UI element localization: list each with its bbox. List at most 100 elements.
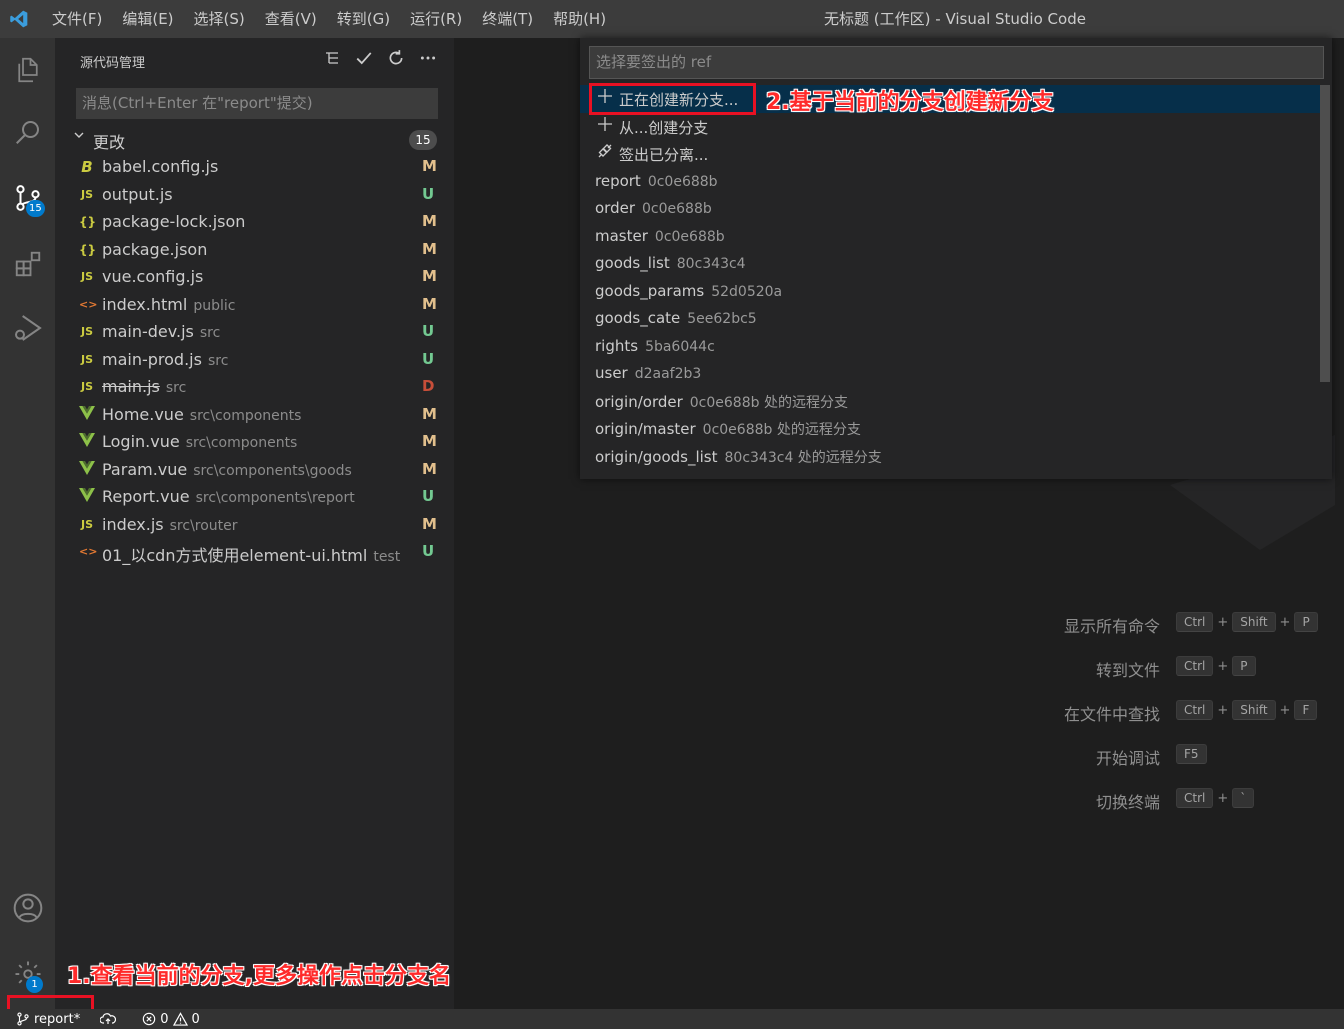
file-path: test (373, 549, 401, 565)
error-icon (142, 1012, 156, 1026)
annotation-note-1: 1.查看当前的分支,更多操作点击分支名 (67, 964, 452, 989)
changes-group-header[interactable]: 更改 15 (55, 127, 454, 153)
changed-file-row[interactable]: Bbabel.config.js M (55, 154, 454, 182)
changed-file-row[interactable]: JS output.js U (55, 182, 454, 210)
menu-item[interactable]: 帮助(H) (543, 0, 616, 38)
shortcut-label: 开始调试 (1095, 749, 1160, 768)
changed-file-row[interactable]: <> index.html public M (55, 292, 454, 320)
ref-name: goods_params (595, 281, 705, 300)
problems-status-item[interactable]: 0 0 (136, 1009, 206, 1029)
ref-item[interactable]: 签出已分离... (580, 140, 1320, 168)
changed-file-row[interactable]: {} package-lock.json M (55, 209, 454, 237)
menu-item[interactable]: 查看(V) (255, 0, 327, 38)
file-name: output.js (102, 185, 173, 204)
settings-gear-icon[interactable]: 1 (0, 946, 55, 1001)
menu-item[interactable]: 选择(S) (184, 0, 255, 38)
menu-item[interactable]: 终端(T) (472, 0, 543, 38)
html-icon: <> (79, 297, 98, 311)
accounts-icon[interactable] (0, 880, 55, 935)
file-status: M (422, 459, 437, 478)
file-status: M (422, 267, 437, 285)
shortcut-row[interactable]: 切换终端 Ctrl + ` (454, 788, 1344, 814)
file-status: U (422, 322, 435, 340)
annotation-note-2: 2.基于当前的分支创建新分支 (766, 90, 1054, 115)
ref-item[interactable]: report 0c0e688b (580, 168, 1320, 196)
js-icon: JS (80, 187, 93, 201)
file-status: M (422, 404, 437, 423)
changed-file-row[interactable]: JS vue.config.js M (55, 264, 454, 292)
vue-icon (79, 460, 95, 479)
shortcut-label: 显示所有命令 (1063, 617, 1160, 636)
changed-file-row[interactable]: Param.vue src\components\goods M (55, 457, 454, 485)
menu-item[interactable]: 转到(G) (327, 0, 400, 38)
ref-label: 签出已分离... (619, 144, 708, 165)
ref-description: 5ee62bc5 (687, 311, 757, 327)
commit-check-icon[interactable] (354, 48, 374, 68)
menu-item[interactable]: 运行(R) (400, 0, 472, 38)
changed-file-row[interactable]: <> 01_以cdn方式使用element-ui.html test U (55, 539, 454, 567)
window-title: 无标题 (工作区) - Visual Studio Code (824, 10, 1086, 28)
ref-item[interactable]: origin/order 0c0e688b 处的远程分支 (580, 388, 1320, 416)
ref-item[interactable]: user d2aaf2b3 (580, 360, 1320, 388)
run-debug-icon[interactable] (0, 300, 55, 355)
view-as-tree-icon[interactable] (322, 48, 342, 68)
menu-bar: 文件(F) 编辑(E) 选择(S) 查看(V) 转到(G) 运行(R) 终端(T) 帮助(H) (42, 0, 616, 38)
shortcut-row[interactable]: 开始调试 F5 (454, 744, 1344, 770)
menu-item[interactable]: 文件(F) (42, 0, 112, 38)
chevron-down-icon (73, 129, 85, 145)
shortcut-row[interactable]: 显示所有命令 Ctrl + Shift + P (454, 612, 1344, 638)
explorer-icon[interactable] (0, 42, 55, 97)
file-name-text: main-prod.js (102, 349, 202, 369)
ref-description: 0c0e688b 处的远程分支 (702, 422, 861, 438)
ref-item[interactable]: master 0c0e688b (580, 223, 1320, 251)
changed-file-row[interactable]: JS index.js src\router M (55, 512, 454, 540)
changed-file-row[interactable]: {} package.json M (55, 237, 454, 265)
ref-search-input[interactable]: 选择要签出的 ref (589, 46, 1324, 79)
keybinding-key: Ctrl (1176, 700, 1214, 720)
file-name: Param.vue src\components\goods (102, 460, 352, 479)
shortcut-row[interactable]: 转到文件 Ctrl + P (454, 656, 1344, 682)
shortcut-keys: Ctrl + Shift + P (1176, 612, 1318, 632)
cloud-upload-icon (100, 1013, 117, 1024)
branch-status-item[interactable]: report* (10, 1009, 86, 1029)
ref-item[interactable]: order 0c0e688b (580, 195, 1320, 223)
commit-message-input[interactable]: 消息(Ctrl+Enter 在"report"提交) (76, 88, 438, 119)
file-name-text: 01_以cdn方式使用element-ui.html (102, 546, 368, 565)
ref-name: 签出已分离... (619, 146, 709, 164)
changed-file-row[interactable]: Home.vue src\components M (55, 402, 454, 430)
js-icon: JS (80, 380, 93, 393)
file-status: M (422, 294, 437, 313)
key-separator: + (1217, 702, 1229, 718)
changed-file-row[interactable]: JS main.js src D (55, 374, 454, 402)
source-control-icon[interactable]: 15 (0, 170, 55, 225)
refresh-icon[interactable] (386, 48, 406, 68)
ref-item[interactable]: 从...创建分支 (580, 113, 1320, 141)
changed-file-row[interactable]: Login.vue src\components M (55, 429, 454, 457)
shortcut-row[interactable]: 在文件中查找 Ctrl + Shift + F (454, 700, 1344, 726)
ref-label: origin/goods_list 80c343c4 处的远程分支 (595, 447, 882, 467)
file-path: src\components\report (195, 490, 355, 506)
changed-file-row[interactable]: Report.vue src\components\report U (55, 484, 454, 512)
ref-item[interactable]: goods_cate 5ee62bc5 (580, 305, 1320, 333)
file-status: M (422, 432, 437, 450)
quick-pick-scrollbar[interactable] (1320, 85, 1330, 382)
search-icon[interactable] (0, 104, 55, 159)
shortcut-keys: Ctrl + ` (1176, 788, 1255, 808)
file-name: 01_以cdn方式使用element-ui.html test (102, 542, 400, 566)
changed-file-row[interactable]: JS main-prod.js src U (55, 347, 454, 375)
ref-item[interactable]: goods_params 52d0520a (580, 278, 1320, 306)
file-path: src\components (189, 407, 302, 424)
changed-file-row[interactable]: JS main-dev.js src U (55, 319, 454, 347)
ref-name: user (595, 364, 628, 382)
file-path: src (199, 325, 221, 341)
ref-item[interactable]: goods_list 80c343c4 (580, 250, 1320, 278)
ref-item[interactable]: origin/goods_list 80c343c4 处的远程分支 (580, 443, 1320, 471)
file-name-text: package-lock.json (102, 212, 246, 231)
extensions-icon[interactable] (0, 236, 55, 291)
ref-item[interactable]: rights 5ba6044c (580, 333, 1320, 361)
menu-item[interactable]: 编辑(E) (112, 0, 183, 38)
more-actions-icon[interactable] (418, 48, 438, 68)
ref-item[interactable]: origin/master 0c0e688b 处的远程分支 (580, 415, 1320, 443)
publish-branch-item[interactable] (94, 1009, 122, 1029)
ref-name: report (595, 171, 641, 190)
